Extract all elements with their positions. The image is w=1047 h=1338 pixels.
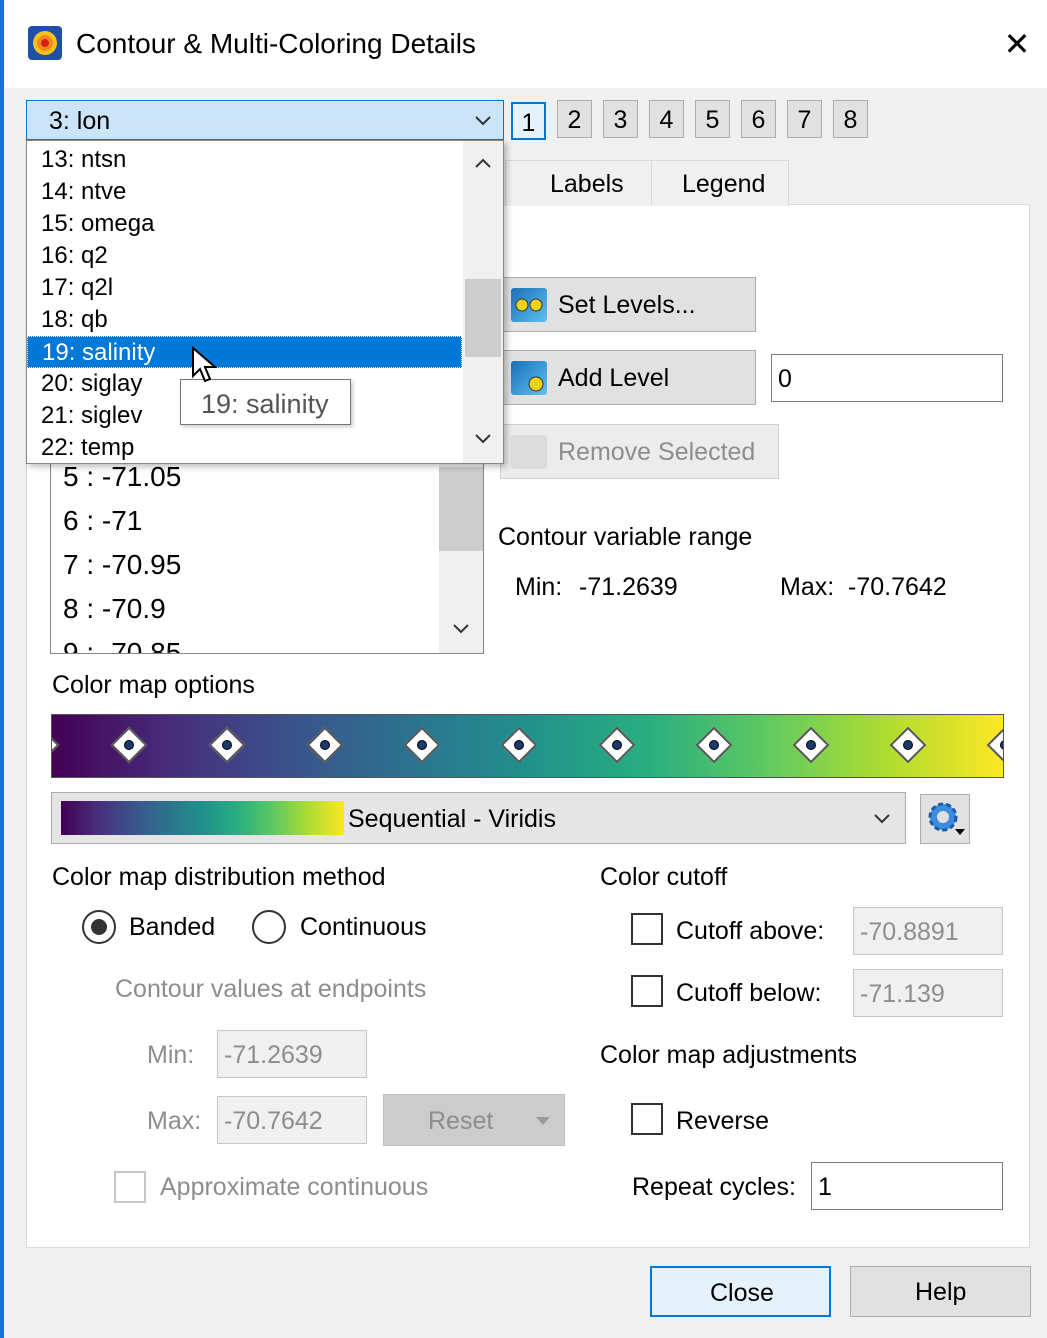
range-min-value: -71.2639: [579, 573, 678, 601]
cutoff-below-label[interactable]: Cutoff below:: [676, 981, 821, 1006]
colormap-marker[interactable]: [792, 726, 830, 764]
scroll-down-icon[interactable]: [449, 617, 473, 641]
cutoff-above-input: -70.8891: [853, 907, 1003, 955]
repeat-cycles-label: Repeat cycles:: [632, 1173, 796, 1201]
colormap-marker[interactable]: [695, 726, 733, 764]
number-tab-1[interactable]: 1: [511, 102, 546, 140]
variable-select[interactable]: 3: lon: [26, 100, 504, 140]
level-item[interactable]: 6 : -71: [63, 507, 142, 535]
tab-legend[interactable]: Legend: [651, 160, 789, 206]
number-tab-2[interactable]: 2: [557, 100, 592, 138]
approx-continuous-checkbox: [114, 1171, 146, 1203]
colormap-marker[interactable]: [986, 726, 1003, 764]
dropdown-option[interactable]: 17: q2l: [27, 272, 462, 304]
banded-label[interactable]: Banded: [129, 915, 215, 940]
cutoff-above-label[interactable]: Cutoff above:: [676, 919, 824, 944]
gear-icon: [928, 802, 965, 835]
scroll-down-icon[interactable]: [471, 427, 495, 451]
approx-continuous-label: Approximate continuous: [160, 1173, 429, 1201]
colormap-marker[interactable]: [598, 726, 636, 764]
help-button[interactable]: Help: [850, 1266, 1031, 1317]
mouse-cursor-icon: [191, 345, 219, 386]
colormap-marker[interactable]: [208, 726, 246, 764]
endpoint-max-input: -70.7642: [217, 1096, 367, 1144]
dropdown-option[interactable]: 16: q2: [27, 240, 462, 272]
close-window-button[interactable]: ✕: [995, 22, 1039, 66]
reverse-label[interactable]: Reverse: [676, 1109, 769, 1134]
set-levels-icon: [511, 288, 547, 322]
level-item[interactable]: 9 : -70.85: [63, 639, 181, 654]
cutoff-above-checkbox[interactable]: [631, 913, 663, 945]
close-icon: ✕: [1003, 26, 1031, 62]
reverse-checkbox[interactable]: [631, 1103, 663, 1135]
window-border: [0, 0, 4, 1338]
set-levels-button[interactable]: Set Levels...: [500, 277, 756, 332]
add-level-value-input[interactable]: 0: [771, 354, 1003, 402]
dropdown-scroll-thumb[interactable]: [465, 279, 501, 357]
colormap-marker[interactable]: [306, 726, 344, 764]
level-item[interactable]: 5 : -71.05: [63, 463, 181, 491]
cutoff-below-input: -71.139: [853, 969, 1003, 1017]
level-list-scrollbar[interactable]: [439, 441, 483, 653]
add-level-icon: [511, 361, 547, 395]
remove-selected-button: Remove Selected: [500, 424, 779, 479]
number-tab-3[interactable]: 3: [603, 100, 638, 138]
colormap-bar[interactable]: [51, 714, 1004, 778]
colormap-swatch: [61, 801, 344, 835]
number-tab-6[interactable]: 6: [741, 100, 776, 138]
range-min-label: Min:: [515, 573, 563, 601]
scroll-up-icon[interactable]: [471, 151, 495, 175]
dropdown-arrow-icon: [536, 1117, 550, 1125]
continuous-label[interactable]: Continuous: [300, 915, 426, 940]
endpoint-min-label: Min:: [147, 1041, 195, 1069]
chevron-down-icon: [471, 109, 495, 133]
number-tab-5[interactable]: 5: [695, 100, 730, 138]
range-max-value: -70.7642: [848, 573, 947, 601]
number-tab-7[interactable]: 7: [787, 100, 822, 138]
colormap-marker[interactable]: [500, 726, 538, 764]
tab-labels[interactable]: Labels: [505, 160, 652, 206]
dropdown-option[interactable]: 14: ntve: [27, 176, 462, 208]
number-tab-bar: 1 2 3 4 5 6 7 8: [510, 100, 880, 140]
dropdown-option[interactable]: 13: ntsn: [27, 144, 462, 176]
banded-radio[interactable]: [82, 910, 116, 944]
cutoff-below-checkbox[interactable]: [631, 975, 663, 1007]
distribution-heading: Color map distribution method: [52, 863, 386, 891]
colormap-settings-button[interactable]: [920, 794, 970, 844]
dropdown-scrollbar[interactable]: [463, 141, 503, 463]
colormap-heading: Color map options: [52, 671, 255, 699]
number-tab-8[interactable]: 8: [833, 100, 868, 138]
window-title: Contour & Multi-Coloring Details: [76, 28, 476, 59]
colormap-select[interactable]: Sequential - Viridis: [51, 792, 906, 844]
dropdown-option[interactable]: 22: temp: [27, 432, 462, 464]
cutoff-heading: Color cutoff: [600, 863, 728, 891]
level-item[interactable]: 7 : -70.95: [63, 551, 181, 579]
colormap-marker[interactable]: [52, 726, 60, 764]
adjustments-heading: Color map adjustments: [600, 1041, 858, 1069]
colormap-marker[interactable]: [110, 726, 148, 764]
dropdown-option[interactable]: 18: qb: [27, 304, 462, 336]
level-item[interactable]: 8 : -70.9: [63, 595, 166, 623]
colormap-marker[interactable]: [889, 726, 927, 764]
repeat-cycles-input[interactable]: 1: [811, 1162, 1003, 1210]
chevron-down-icon: [870, 807, 894, 831]
endpoint-max-label: Max:: [147, 1107, 202, 1135]
range-max-label: Max:: [780, 573, 835, 601]
endpoint-min-input: -71.2639: [217, 1030, 367, 1078]
close-button[interactable]: Close: [650, 1266, 831, 1317]
add-level-button[interactable]: Add Level: [500, 350, 756, 405]
app-icon: [28, 26, 62, 60]
endpoints-heading: Contour values at endpoints: [115, 975, 427, 1003]
dropdown-option-selected[interactable]: 19: salinity: [27, 336, 462, 368]
dropdown-option[interactable]: 15: omega: [27, 208, 462, 240]
range-heading: Contour variable range: [498, 523, 753, 551]
remove-level-icon: [511, 435, 547, 469]
level-list-scroll-thumb[interactable]: [439, 467, 483, 551]
number-tab-4[interactable]: 4: [649, 100, 684, 138]
reset-button: Reset: [383, 1094, 565, 1146]
colormap-marker[interactable]: [403, 726, 441, 764]
continuous-radio[interactable]: [252, 910, 286, 944]
level-list[interactable]: 5 : -71.05 6 : -71 7 : -70.95 8 : -70.9 …: [50, 440, 484, 654]
